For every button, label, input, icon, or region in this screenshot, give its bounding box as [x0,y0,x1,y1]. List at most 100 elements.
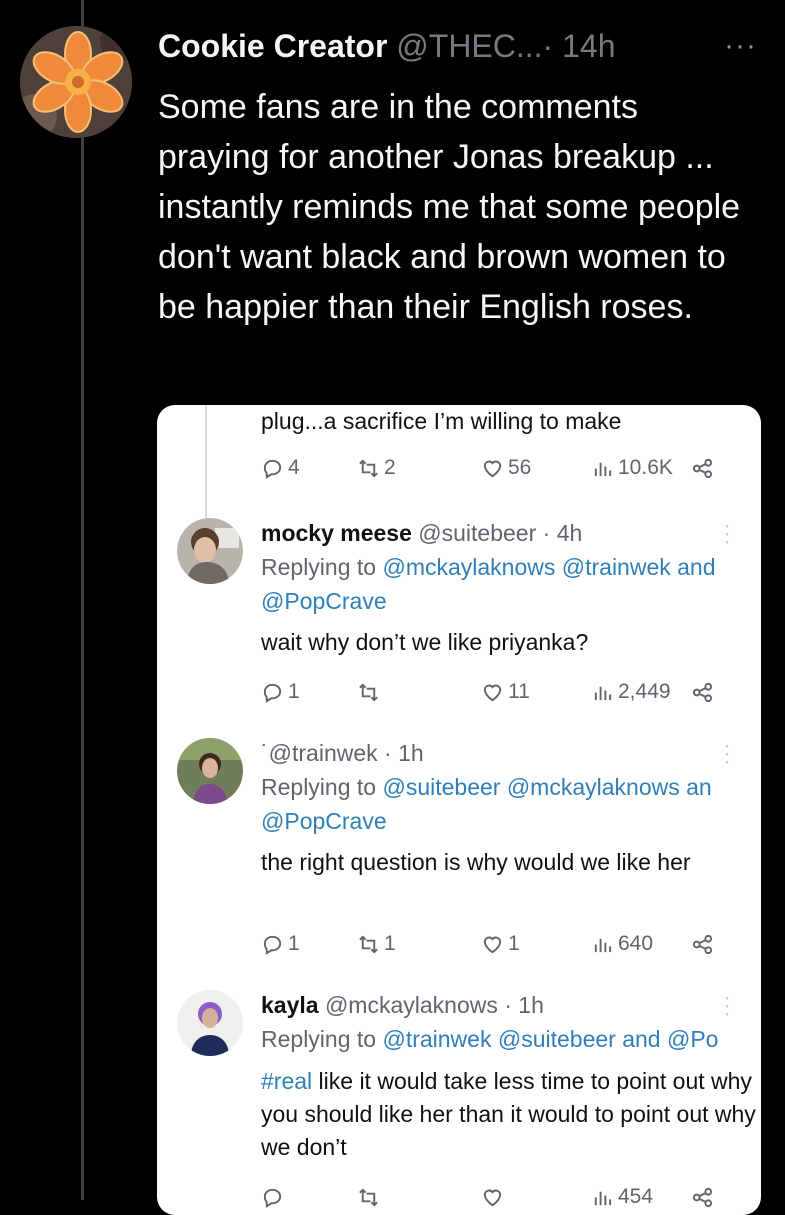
top-action-bar: 4 2 56 10.6K [261,452,761,484]
thread-line [81,0,84,1200]
reply-time[interactable]: · 1h [504,992,544,1018]
reply-count: 4 [288,456,300,479]
reply-icon [263,1188,282,1208]
repost-icon [359,458,378,478]
views-action[interactable]: 10.6K [591,452,673,484]
share-action[interactable] [691,452,718,484]
more-icon[interactable]: ··· [723,734,731,774]
reply-handle[interactable]: @mckaylaknows [325,992,498,1018]
views-action[interactable]: 2,449 [591,676,671,708]
reply-action[interactable]: 4 [261,452,300,484]
repost-action[interactable] [357,1181,384,1213]
views-icon [594,462,612,476]
author-avatar[interactable] [20,26,132,138]
views-action[interactable]: 454 [591,1181,653,1213]
repost-icon [359,1187,378,1207]
repost-icon [359,682,378,702]
post-time[interactable]: · 14h [543,28,616,64]
reply-header: kayla @mckaylaknows · 1h [261,990,544,1020]
like-count: 11 [508,680,530,703]
avatar[interactable] [177,990,243,1056]
reply-text: wait why don’t we like priyanka? [261,626,756,659]
more-icon[interactable]: ··· [723,986,731,1026]
author-name[interactable]: Cookie Creator [158,28,387,64]
views-count: 10.6K [618,456,673,479]
reply-body: wait why don’t we like priyanka? [261,629,589,655]
reply-count: 1 [288,932,300,955]
share-icon [692,682,713,702]
repost-count: 1 [384,932,396,955]
replying-to: Replying to @suitebeer @mckaylaknows an … [261,770,761,838]
views-icon [594,938,612,952]
reply-author-name[interactable]: mocky meese [261,520,412,546]
avatar-photo [177,738,243,804]
more-icon[interactable]: ··· [723,514,731,554]
reply-count: 1 [288,680,300,703]
reply-action-bar: 1 1 1 640 [261,928,761,960]
reply-icon [263,683,282,703]
replying-prefix: Replying to [261,554,377,580]
reply-text: #real like it would take less time to po… [261,1065,756,1164]
reply-action-bar: 1 11 2,449 [261,676,761,708]
reply-action[interactable]: 1 [261,928,300,960]
views-action[interactable]: 640 [591,928,653,960]
avatar[interactable] [177,738,243,804]
views-count: 2,449 [618,680,671,703]
like-count: 56 [508,456,532,479]
views-icon [594,686,612,700]
replying-mentions[interactable]: @suitebeer @mckaylaknows an [382,774,711,800]
like-action[interactable]: 56 [481,452,531,484]
reply-icon [263,459,282,479]
replying-prefix: Replying to [261,1026,377,1052]
reply-action[interactable] [261,1181,288,1213]
share-icon [692,934,713,954]
replying-prefix: Replying to [261,774,377,800]
more-icon[interactable]: ··· [724,29,757,63]
reply-action[interactable]: 1 [261,676,300,708]
avatar-photo [177,518,243,584]
repost-action[interactable]: 2 [357,452,396,484]
hashtag-link[interactable]: #real [261,1068,312,1094]
reply-text: the right question is why would we like … [261,846,756,879]
replying-mentions[interactable]: @trainwek @suitebeer and @Po [382,1026,718,1052]
share-icon [692,458,713,478]
views-count: 454 [618,1185,654,1208]
reply-handle[interactable]: ˙@trainwek [261,740,378,766]
replying-to: Replying to @mckaylaknows @trainwek and … [261,550,761,618]
replying-mentions-2[interactable]: @PopCrave [261,588,387,614]
reply-handle[interactable]: @suitebeer [418,520,536,546]
reply-header: mocky meese @suitebeer · 4h [261,518,582,548]
share-action[interactable] [691,676,718,708]
repost-action[interactable]: 1 [357,928,396,960]
share-icon [692,1187,713,1207]
post-header: Cookie Creator @THEC...· 14h [158,24,615,68]
heart-icon [483,936,502,953]
reply-header: ˙@trainwek · 1h [261,738,424,768]
heart-icon [483,1189,502,1206]
avatar[interactable] [177,518,243,584]
share-action[interactable] [691,1181,718,1213]
card-thread-line [205,405,207,520]
reply-action-bar: 454 [261,1181,761,1213]
like-action[interactable]: 1 [481,928,520,960]
share-action[interactable] [691,928,718,960]
repost-action[interactable] [357,676,384,708]
author-handle[interactable]: @THEC... [396,28,542,64]
like-action[interactable]: 11 [481,676,530,708]
views-icon [594,1191,612,1205]
reply-time[interactable]: · 4h [543,520,583,546]
replying-mentions-2[interactable]: @PopCrave [261,808,387,834]
heart-icon [483,460,502,477]
heart-icon [483,684,502,701]
reply-body: like it would take less time to point ou… [261,1068,756,1160]
repost-count: 2 [384,456,396,479]
reply-body: the right question is why would we like … [261,849,691,875]
like-count: 1 [508,932,520,955]
reply-author-name[interactable]: kayla [261,992,319,1018]
reply-time[interactable]: · 1h [384,740,424,766]
flower-avatar-image [20,26,132,138]
card-top-text: plug...a sacrifice I’m willing to make [261,408,622,434]
repost-icon [359,934,378,954]
replying-mentions[interactable]: @mckaylaknows @trainwek and [382,554,715,580]
like-action[interactable] [481,1181,508,1213]
